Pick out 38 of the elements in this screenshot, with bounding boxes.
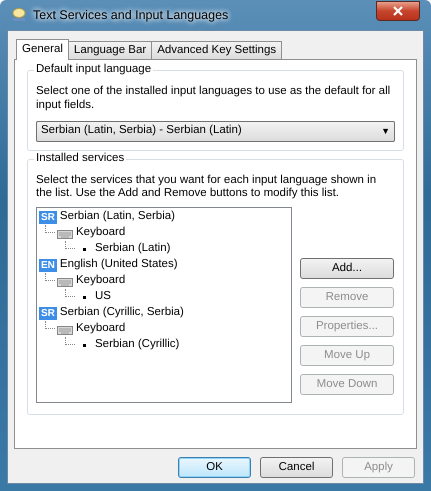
tree-connector-line: [65, 289, 75, 298]
tab[interactable]: Advanced Key Settings: [151, 41, 282, 59]
tree-item[interactable]: Keyboard: [76, 274, 126, 288]
language-dropdown[interactable]: Serbian (Latin, Serbia) - Serbian (Latin) ▼: [36, 120, 395, 142]
group-title: Default input language: [34, 63, 154, 77]
tree-item[interactable]: Serbian (Latin, Serbia): [60, 210, 175, 224]
tree-item[interactable]: Serbian (Cyrillic, Serbia): [60, 306, 184, 320]
tree-item[interactable]: US: [95, 290, 111, 304]
bullet-icon: [83, 248, 86, 251]
tree-item[interactable]: English (United States): [60, 258, 178, 272]
tree-connector-line: [45, 273, 55, 282]
language-code-badge: SR: [39, 210, 57, 224]
action-button[interactable]: Add...: [300, 258, 394, 280]
bullet-icon: [83, 344, 86, 347]
tree-connector-line: [65, 337, 75, 346]
tab[interactable]: General: [16, 39, 69, 60]
close-button[interactable]: [376, 1, 420, 21]
speech-bubble-icon: [11, 7, 27, 23]
dialog-button[interactable]: Cancel: [260, 457, 333, 478]
language-code-badge: EN: [39, 258, 57, 272]
keyboard-icon: [57, 276, 73, 287]
dialog-button[interactable]: OK: [178, 457, 251, 478]
window-title: Text Services and Input Languages: [33, 8, 228, 22]
language-code-badge: SR: [39, 306, 57, 320]
tree-item[interactable]: Keyboard: [76, 322, 126, 336]
tree-item[interactable]: Serbian (Latin): [95, 242, 170, 256]
description-text: Select one of the installed input languages to use as the default for all input fields.: [36, 85, 392, 113]
keyboard-icon: [57, 324, 73, 335]
tree-connector-line: [45, 321, 55, 330]
keyboard-icon: [57, 228, 73, 239]
tree-item[interactable]: Serbian (Cyrillic): [95, 338, 180, 352]
tab[interactable]: Language Bar: [68, 41, 152, 59]
tree-item[interactable]: Keyboard: [76, 226, 126, 240]
bullet-icon: [83, 296, 86, 299]
tree-connector-line: [45, 225, 55, 234]
description-text: Select the services that you want for each input language shown in the list. Use the Add and Remove buttons to modify this list.: [36, 174, 378, 202]
close-icon: [393, 6, 403, 16]
tree-connector-line: [65, 241, 75, 250]
